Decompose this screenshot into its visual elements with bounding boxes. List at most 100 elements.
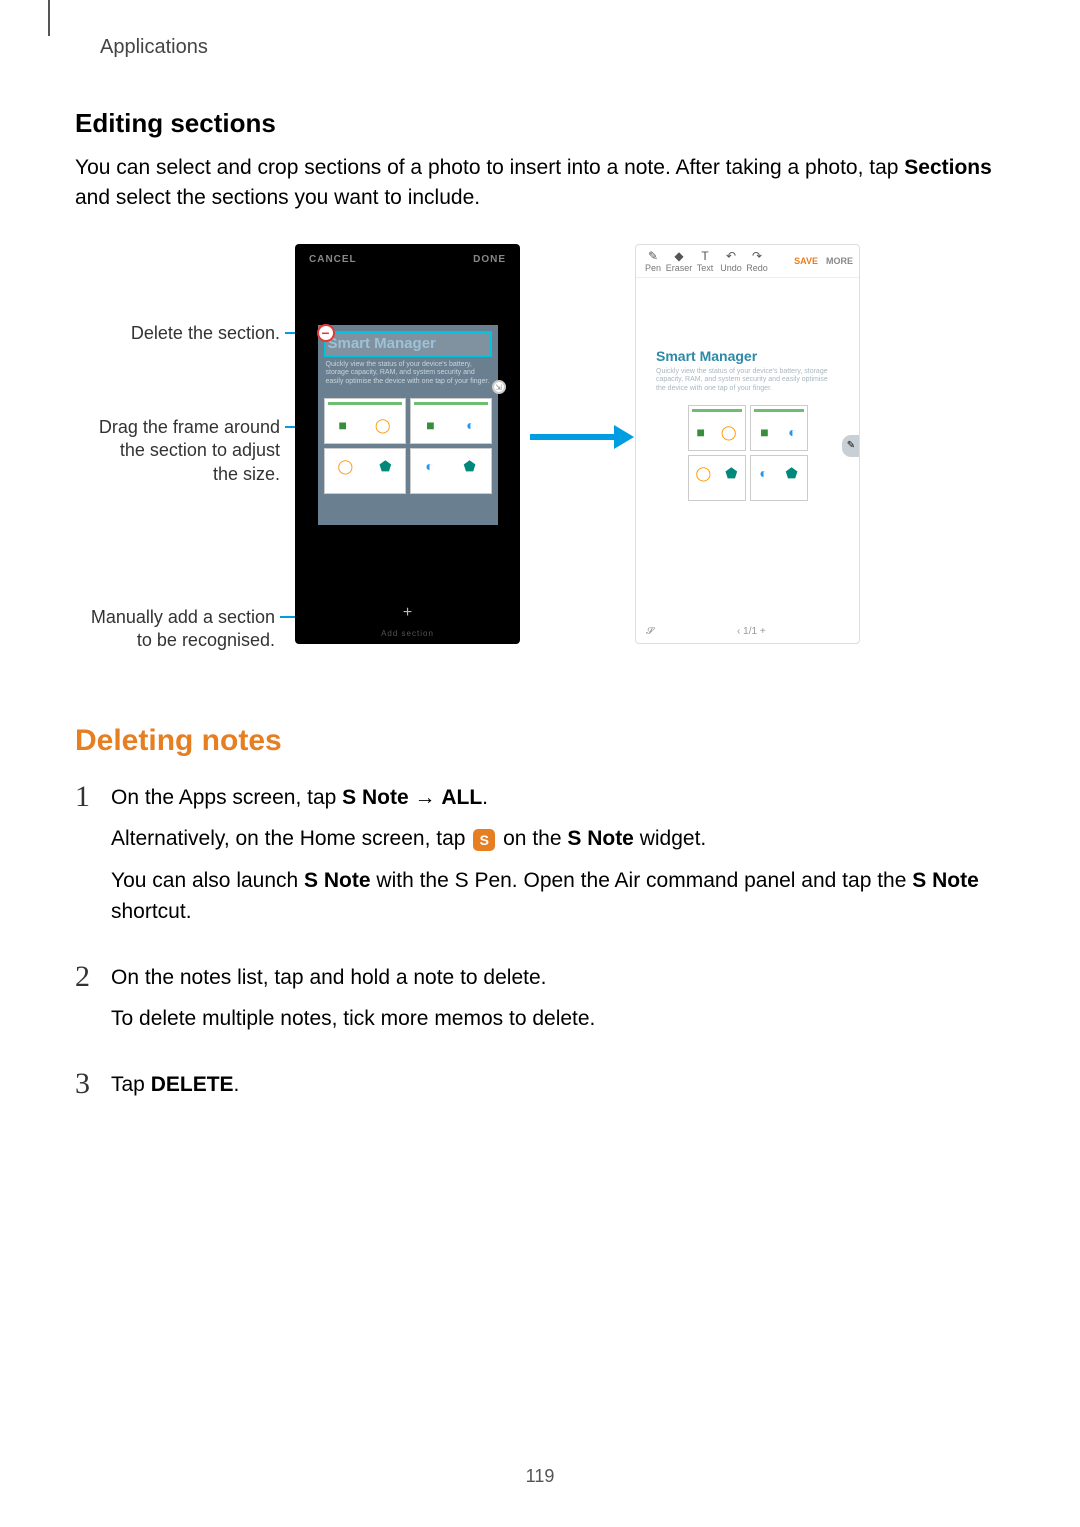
step-number: 3	[75, 1069, 93, 1099]
crop-subtext: Quickly view the status of your device's…	[324, 357, 492, 394]
page-content: Editing sections You can select and crop…	[75, 108, 1005, 1134]
step-2-body: On the notes list, tap and hold a note t…	[111, 962, 595, 1045]
editing-sections-heading: Editing sections	[75, 108, 1005, 139]
editing-sections-paragraph: You can select and crop sections of a ph…	[75, 153, 1005, 214]
add-section-label: Add section	[381, 629, 434, 638]
s1-alt-post: widget.	[634, 827, 706, 850]
tool-text-label: Text	[697, 263, 714, 273]
done-button[interactable]: DONE	[473, 254, 506, 265]
deleting-notes-heading: Deleting notes	[75, 724, 1005, 758]
note-tiles-row1: ■◯ ■◐	[688, 405, 808, 451]
step-1-body: On the Apps screen, tap S Note → ALL. Al…	[111, 782, 1005, 938]
pen-icon: ✎	[648, 249, 658, 263]
tool-eraser-label: Eraser	[666, 263, 693, 273]
s2-line2: To delete multiple notes, tick more memo…	[111, 1003, 595, 1035]
s1-arrow: →	[409, 786, 442, 809]
callout-add-l2: to be recognised.	[137, 630, 275, 650]
s1-launch-bold1: S Note	[304, 869, 371, 892]
crop-selection[interactable]: − Smart Manager	[324, 331, 492, 357]
eraser-icon: ◆	[674, 249, 683, 263]
tool-text[interactable]: TText	[694, 249, 716, 273]
callout-delete-section: Delete the section.	[75, 322, 280, 345]
callout-drag-l2: the section to adjust	[120, 440, 280, 460]
note-subtext: Quickly view the status of your device's…	[656, 368, 839, 393]
step-3: 3 Tap DELETE.	[75, 1069, 1005, 1111]
tool-pen[interactable]: ✎Pen	[642, 249, 664, 273]
tool-undo-label: Undo	[720, 263, 742, 273]
cancel-button[interactable]: CANCEL	[309, 254, 357, 265]
snote-icon: S	[473, 829, 495, 851]
add-section-button[interactable]: +	[403, 604, 412, 622]
left-phone-mockup: CANCEL DONE − Smart Manager Quickly view…	[295, 244, 520, 644]
page-border-left	[48, 0, 50, 36]
page-indicator: 1/1	[743, 626, 757, 637]
callout-add-l1: Manually add a section	[91, 607, 275, 627]
s1-alt-pre: Alternatively, on the Home screen, tap	[111, 827, 471, 850]
s3-post: .	[234, 1073, 240, 1096]
tool-undo[interactable]: ↶Undo	[720, 249, 742, 273]
tool-redo-label: Redo	[746, 263, 768, 273]
tiles-row1: ■◯ ■◐	[324, 398, 492, 444]
para-bold-sections: Sections	[904, 156, 992, 179]
s1-post: .	[482, 786, 488, 809]
note-body: Smart Manager Quickly view the status of…	[636, 278, 859, 501]
s1-alt-mid: on the	[497, 827, 567, 850]
s1-launch-mid: with the S Pen. Open the Air command pan…	[371, 869, 913, 892]
snote-toolbar: ✎Pen ◆Eraser TText ↶Undo ↷Redo SAVE MORE	[636, 245, 859, 278]
tool-eraser[interactable]: ◆Eraser	[668, 249, 690, 273]
edit-handle-icon[interactable]: ✎	[842, 435, 860, 457]
callout-drag-frame: Drag the frame around the section to adj…	[75, 416, 280, 486]
s1-launch-pre: You can also launch	[111, 869, 304, 892]
step-3-body: Tap DELETE.	[111, 1069, 239, 1111]
figure-area: Delete the section. Drag the frame aroun…	[75, 244, 1005, 684]
tool-redo[interactable]: ↷Redo	[746, 249, 768, 273]
add-page-button[interactable]: +	[760, 626, 766, 637]
more-button[interactable]: MORE	[826, 256, 853, 266]
redo-icon: ↷	[752, 249, 762, 263]
s3-pre: Tap	[111, 1073, 151, 1096]
header-section: Applications	[100, 36, 208, 59]
step-number: 1	[75, 782, 93, 812]
note-title: Smart Manager	[656, 348, 839, 364]
s3-bold: DELETE	[151, 1073, 234, 1096]
s1-launch-post: shortcut.	[111, 900, 192, 923]
right-phone-mockup: ✎Pen ◆Eraser TText ↶Undo ↷Redo SAVE MORE…	[635, 244, 860, 644]
para-text-pre: You can select and crop sections of a ph…	[75, 156, 904, 179]
tile: ◐⬟	[750, 455, 808, 501]
save-button[interactable]: SAVE	[794, 256, 818, 266]
undo-icon: ↶	[726, 249, 736, 263]
tile: ◐⬟	[410, 448, 492, 494]
callout-drag-l1: Drag the frame around	[99, 417, 280, 437]
left-phone-topbar: CANCEL DONE	[295, 244, 520, 275]
step-2: 2 On the notes list, tap and hold a note…	[75, 962, 1005, 1045]
crop-area: − Smart Manager Quickly view the status …	[318, 325, 498, 525]
tile: ◯⬟	[324, 448, 406, 494]
tile: ■◐	[410, 398, 492, 444]
step-number: 2	[75, 962, 93, 992]
s1-launch-bold2: S Note	[912, 869, 979, 892]
s1-pre: On the Apps screen, tap	[111, 786, 342, 809]
s1-bold1: S Note	[342, 786, 409, 809]
callout-add-section: Manually add a section to be recognised.	[75, 606, 275, 653]
callout-drag-l3: the size.	[213, 464, 280, 484]
tile: ■◯	[688, 405, 746, 451]
back-page-button[interactable]: ‹	[737, 626, 740, 637]
note-tiles-row2: ◯⬟ ◐⬟	[688, 455, 808, 501]
arrow-icon	[530, 434, 620, 440]
tile: ◯⬟	[688, 455, 746, 501]
s1-alt-bold: S Note	[567, 827, 634, 850]
delete-handle-icon[interactable]: −	[317, 324, 335, 342]
bottom-bar: 𝓢 ‹ 1/1 +	[636, 626, 859, 637]
tiles-row2: ◯⬟ ◐⬟	[324, 448, 492, 494]
s1-bold2: ALL	[441, 786, 482, 809]
text-icon: T	[701, 249, 708, 263]
page-number: 119	[526, 1466, 555, 1487]
s2-line1: On the notes list, tap and hold a note t…	[111, 962, 595, 994]
scribble-icon[interactable]: 𝓢	[646, 626, 654, 637]
tool-pen-label: Pen	[645, 263, 661, 273]
step-1: 1 On the Apps screen, tap S Note → ALL. …	[75, 782, 1005, 938]
tile: ■◯	[324, 398, 406, 444]
resize-handle-icon[interactable]: ⇲	[492, 380, 506, 394]
para-text-post: and select the sections you want to incl…	[75, 186, 480, 209]
tile: ■◐	[750, 405, 808, 451]
